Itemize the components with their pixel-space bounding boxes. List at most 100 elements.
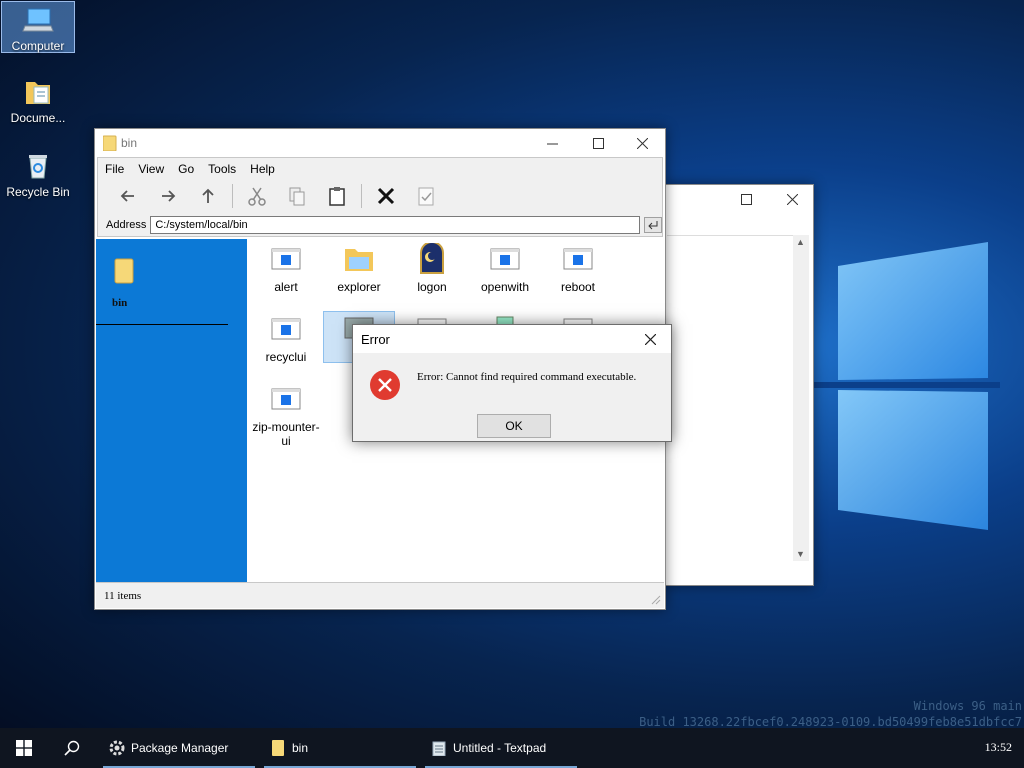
status-bar: 11 items bbox=[96, 582, 664, 608]
app-window-icon bbox=[489, 243, 521, 275]
menu-view[interactable]: View bbox=[138, 162, 164, 176]
back-button[interactable] bbox=[108, 181, 148, 211]
menu-file[interactable]: File bbox=[105, 162, 124, 176]
taskbar-item-label: Untitled - Textpad bbox=[453, 741, 547, 755]
dialog-titlebar[interactable]: Error bbox=[353, 325, 671, 353]
taskbar-item-label: Package Manager bbox=[131, 741, 229, 755]
desktop-icon-label: Recycle Bin bbox=[6, 185, 70, 199]
menu-bar: File View Go Tools Help bbox=[97, 157, 663, 179]
folder-icon bbox=[103, 135, 117, 151]
file-name: explorer bbox=[337, 280, 381, 294]
copy-icon bbox=[289, 187, 305, 206]
close-icon bbox=[636, 137, 648, 149]
file-item-alert[interactable]: alert bbox=[250, 243, 322, 294]
file-name: logon bbox=[417, 280, 447, 294]
scroll-down-icon[interactable]: ▼ bbox=[796, 549, 805, 559]
properties-button[interactable] bbox=[406, 181, 446, 211]
vertical-scrollbar[interactable]: ▲ ▼ bbox=[793, 235, 809, 561]
maximize-button[interactable] bbox=[723, 185, 769, 213]
forward-button[interactable] bbox=[148, 181, 188, 211]
copy-button[interactable] bbox=[277, 181, 317, 211]
desktop-icon-documents[interactable]: Docume... bbox=[1, 74, 75, 125]
dialog-title: Error bbox=[361, 331, 390, 347]
close-button[interactable] bbox=[619, 129, 665, 157]
ok-button[interactable]: OK bbox=[477, 414, 551, 438]
menu-go[interactable]: Go bbox=[178, 162, 194, 176]
moon-logon-icon bbox=[416, 241, 448, 275]
delete-x-icon bbox=[377, 187, 395, 205]
file-item-recyclui[interactable]: recyclui bbox=[250, 313, 322, 364]
address-input[interactable] bbox=[150, 215, 641, 234]
minimize-button[interactable] bbox=[529, 129, 575, 157]
desktop-icon-label: Docume... bbox=[10, 111, 66, 125]
close-icon bbox=[644, 333, 656, 345]
taskbar: Package Manager bin Untitled - Textpad 1… bbox=[0, 728, 1024, 768]
cut-button[interactable] bbox=[237, 181, 277, 211]
file-name: recyclui bbox=[265, 350, 307, 364]
error-message: Error: Cannot find required command exec… bbox=[417, 371, 637, 383]
forward-arrow-icon bbox=[162, 190, 176, 202]
app-window-icon bbox=[270, 243, 302, 275]
taskbar-clock[interactable]: 13:52 bbox=[985, 740, 1012, 755]
minimize-icon bbox=[546, 143, 558, 144]
close-button[interactable] bbox=[769, 185, 815, 213]
desktop-icon-recycle-bin[interactable]: Recycle Bin bbox=[1, 148, 75, 199]
error-icon bbox=[370, 370, 400, 400]
taskbar-item-textpad[interactable]: Untitled - Textpad bbox=[425, 728, 577, 768]
error-dialog[interactable]: Error Error: Cannot find required comman… bbox=[352, 324, 672, 442]
item-count: 11 items bbox=[104, 590, 142, 602]
start-button[interactable] bbox=[0, 728, 48, 768]
sidebar-folder-icon bbox=[114, 258, 134, 284]
desktop-icon-computer[interactable]: Computer bbox=[1, 1, 75, 53]
clipboard-icon bbox=[329, 187, 345, 206]
search-button[interactable] bbox=[48, 728, 96, 768]
up-arrow-icon bbox=[202, 188, 214, 203]
enter-arrow-icon bbox=[648, 220, 658, 229]
maximize-icon bbox=[740, 193, 752, 205]
file-item-explorer[interactable]: explorer bbox=[323, 243, 395, 294]
folder-icon bbox=[272, 740, 284, 756]
background-window-titlebar[interactable] bbox=[663, 185, 813, 213]
scroll-up-icon[interactable]: ▲ bbox=[796, 237, 805, 247]
toolbar-separator bbox=[232, 184, 233, 208]
close-icon bbox=[786, 193, 798, 205]
toolbar bbox=[97, 179, 663, 213]
file-name: openwith bbox=[480, 280, 530, 294]
explorer-titlebar[interactable]: bin bbox=[95, 129, 665, 157]
app-window-icon bbox=[270, 383, 302, 415]
background-window[interactable]: ▲ ▼ bbox=[662, 184, 814, 586]
file-item-openwith[interactable]: openwith bbox=[469, 243, 541, 294]
folder-icon bbox=[343, 243, 375, 275]
desktop-icon-label: Computer bbox=[11, 39, 65, 53]
back-arrow-icon bbox=[120, 190, 134, 202]
documents-folder-icon bbox=[22, 76, 54, 108]
file-item-reboot[interactable]: reboot bbox=[542, 243, 614, 294]
file-item-zip-mounter-ui[interactable]: zip-mounter-ui bbox=[250, 383, 322, 448]
file-item-logon[interactable]: logon bbox=[396, 241, 468, 294]
wallpaper-windows-logo bbox=[810, 230, 1000, 550]
dialog-close-button[interactable] bbox=[627, 325, 673, 353]
sidebar-folder-label: bin bbox=[112, 297, 128, 309]
windows-start-icon bbox=[16, 740, 32, 756]
delete-button[interactable] bbox=[366, 181, 406, 211]
file-name: reboot bbox=[560, 280, 596, 294]
taskbar-item-package-manager[interactable]: Package Manager bbox=[103, 728, 255, 768]
toolbar-separator bbox=[361, 184, 362, 208]
file-name: alert bbox=[274, 280, 298, 294]
computer-icon bbox=[22, 4, 54, 36]
package-manager-icon bbox=[109, 740, 125, 756]
build-watermark: Windows 96 main Build 13268.22fbcef0.248… bbox=[639, 698, 1022, 730]
address-bar: Address bbox=[97, 213, 663, 237]
address-go-button[interactable] bbox=[644, 216, 662, 233]
watermark-line-1: Windows 96 main bbox=[913, 699, 1022, 713]
resize-grip-icon[interactable] bbox=[651, 595, 661, 605]
search-icon bbox=[64, 740, 80, 756]
maximize-button[interactable] bbox=[575, 129, 621, 157]
taskbar-item-bin[interactable]: bin bbox=[264, 728, 416, 768]
menu-tools[interactable]: Tools bbox=[208, 162, 236, 176]
paste-button[interactable] bbox=[317, 181, 357, 211]
menu-help[interactable]: Help bbox=[250, 162, 275, 176]
notepad-icon bbox=[432, 741, 446, 756]
file-name: zip-mounter-ui bbox=[252, 420, 320, 448]
up-button[interactable] bbox=[188, 181, 228, 211]
